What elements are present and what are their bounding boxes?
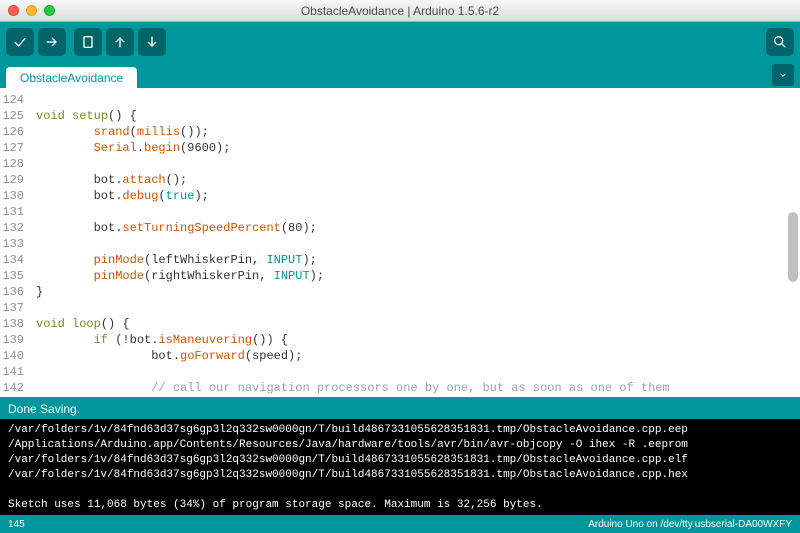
console-output[interactable]: /var/folders/1v/84fnd63d37sg6gp3l2q332sw… xyxy=(0,419,800,515)
window-title: ObstacleAvoidance | Arduino 1.5.6-r2 xyxy=(0,4,800,18)
save-button[interactable] xyxy=(138,28,166,56)
code-line[interactable]: srand(millis()); xyxy=(36,124,794,140)
arrow-down-icon xyxy=(144,34,160,50)
code-line[interactable] xyxy=(36,204,794,220)
line-number: 125 xyxy=(2,108,24,124)
code-line[interactable]: bot.attach(); xyxy=(36,172,794,188)
check-icon xyxy=(12,34,28,50)
line-number: 133 xyxy=(2,236,24,252)
window-titlebar: ObstacleAvoidance | Arduino 1.5.6-r2 xyxy=(0,0,800,22)
code-line[interactable]: bot.setTurningSpeedPercent(80); xyxy=(36,220,794,236)
line-number: 138 xyxy=(2,316,24,332)
line-gutter: 1241251261271281291301311321331341351361… xyxy=(0,88,30,397)
code-line[interactable]: pinMode(leftWhiskerPin, INPUT); xyxy=(36,252,794,268)
code-editor[interactable]: 1241251261271281291301311321331341351361… xyxy=(0,88,800,399)
tab-label: ObstacleAvoidance xyxy=(20,71,123,85)
toolbar xyxy=(0,22,800,62)
code-line[interactable] xyxy=(36,300,794,316)
search-icon xyxy=(772,34,788,50)
code-line[interactable]: bot.goForward(speed); xyxy=(36,348,794,364)
verify-button[interactable] xyxy=(6,28,34,56)
tab-menu-button[interactable] xyxy=(772,64,794,86)
code-line[interactable]: void loop() { xyxy=(36,316,794,332)
code-line[interactable]: bot.debug(true); xyxy=(36,188,794,204)
arrow-up-icon xyxy=(112,34,128,50)
code-line[interactable] xyxy=(36,92,794,108)
line-number: 140 xyxy=(2,348,24,364)
line-number: 137 xyxy=(2,300,24,316)
line-number: 130 xyxy=(2,188,24,204)
line-number: 141 xyxy=(2,364,24,380)
serial-monitor-button[interactable] xyxy=(766,28,794,56)
chevron-down-icon xyxy=(778,70,788,80)
line-number: 134 xyxy=(2,252,24,268)
code-line[interactable]: void setup() { xyxy=(36,108,794,124)
tab-sketch[interactable]: ObstacleAvoidance xyxy=(6,67,137,88)
line-number: 126 xyxy=(2,124,24,140)
line-number: 132 xyxy=(2,220,24,236)
line-number: 129 xyxy=(2,172,24,188)
editor-scrollbar[interactable] xyxy=(788,92,798,393)
line-number: 136 xyxy=(2,284,24,300)
code-line[interactable]: // call our navigation processors one by… xyxy=(36,380,794,396)
code-line[interactable] xyxy=(36,236,794,252)
status-message: Done Saving. xyxy=(0,399,800,419)
code-line[interactable]: pinMode(rightWhiskerPin, INPUT); xyxy=(36,268,794,284)
line-number: 143 xyxy=(2,396,24,399)
scrollbar-thumb[interactable] xyxy=(788,212,798,282)
arrow-right-icon xyxy=(44,34,60,50)
code-line[interactable]: Serial.begin(9600); xyxy=(36,140,794,156)
code-line[interactable]: } xyxy=(36,284,794,300)
line-number: 135 xyxy=(2,268,24,284)
line-number: 142 xyxy=(2,380,24,396)
line-number: 127 xyxy=(2,140,24,156)
code-area[interactable]: void setup() { srand(millis()); Serial.b… xyxy=(30,88,800,397)
footer-bar: 145 Arduino Uno on /dev/tty.usbserial-DA… xyxy=(0,515,800,533)
line-number: 139 xyxy=(2,332,24,348)
code-line[interactable]: // starts maneuvering we skip the rest. … xyxy=(36,396,794,397)
line-number: 128 xyxy=(2,156,24,172)
file-icon xyxy=(80,34,96,50)
open-button[interactable] xyxy=(106,28,134,56)
upload-button[interactable] xyxy=(38,28,66,56)
code-line[interactable]: if (!bot.isManeuvering()) { xyxy=(36,332,794,348)
tab-strip: ObstacleAvoidance xyxy=(0,62,800,88)
new-button[interactable] xyxy=(74,28,102,56)
code-line[interactable] xyxy=(36,364,794,380)
board-port-label: Arduino Uno on /dev/tty.usbserial-DA00WX… xyxy=(588,519,792,530)
line-number: 131 xyxy=(2,204,24,220)
line-number: 124 xyxy=(2,92,24,108)
code-line[interactable] xyxy=(36,156,794,172)
line-number-indicator: 145 xyxy=(8,519,25,530)
